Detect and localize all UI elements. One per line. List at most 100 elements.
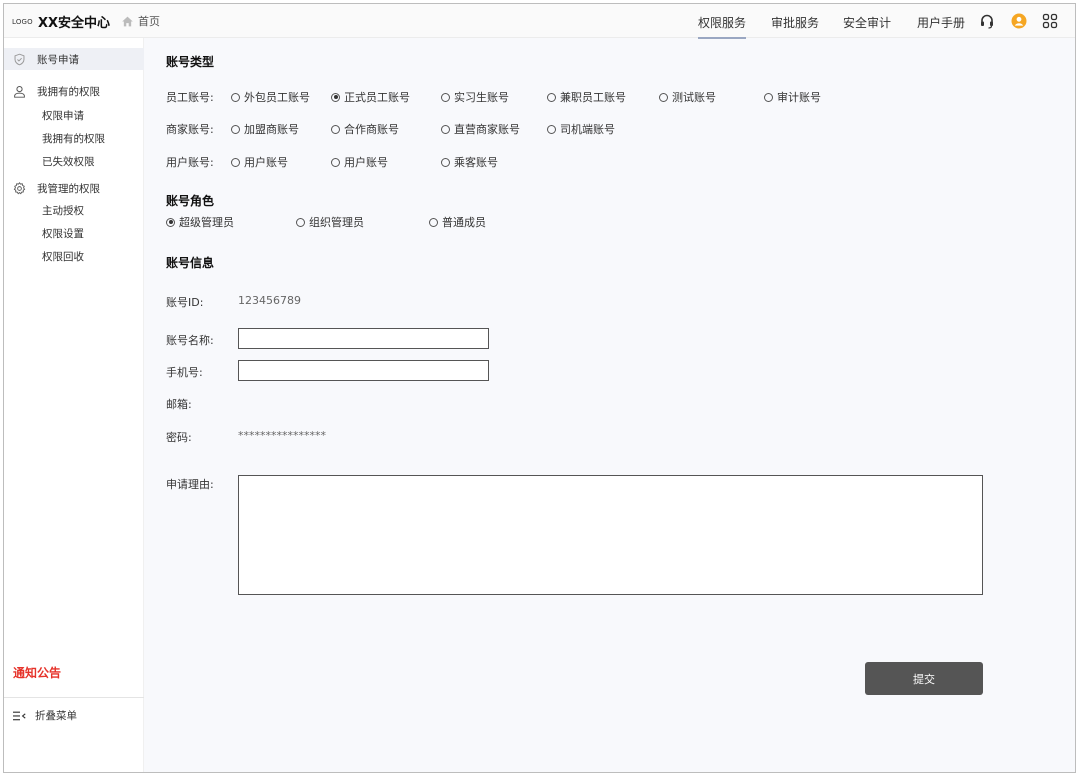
account-id-value: 123456789 <box>238 294 301 307</box>
app-title: XX安全中心 <box>38 16 111 31</box>
merchant-account-label: 商家账号: <box>166 123 214 136</box>
sidebar-item-permission-settings[interactable]: 权限设置 <box>42 226 84 241</box>
user-icon <box>14 85 25 98</box>
radio-dot <box>231 92 240 102</box>
nav-user-manual[interactable]: 用户手册 <box>917 14 965 31</box>
account-type-title: 账号类型 <box>166 55 215 69</box>
radio-super-admin[interactable]: 超级管理员 <box>166 214 234 230</box>
notice-link[interactable]: 通知公告 <box>13 664 61 681</box>
sidebar: 账号申请 我拥有的权限 权限申请 我拥有的权限 已失效权限 我管理的权限 主动授… <box>4 38 144 772</box>
radio-dot <box>166 217 175 227</box>
nav-security-audit[interactable]: 安全审计 <box>843 14 891 31</box>
divider <box>4 697 144 698</box>
radio-label: 正式员工账号 <box>344 91 410 104</box>
radio-label: 加盟商账号 <box>244 123 299 136</box>
radio-dot <box>441 92 450 102</box>
radio-driver[interactable]: 司机端账号 <box>547 121 615 137</box>
sidebar-item-permission-revoke[interactable]: 权限回收 <box>42 249 84 264</box>
account-id-label: 账号ID: <box>166 296 204 309</box>
radio-label: 外包员工账号 <box>244 91 310 104</box>
sidebar-item-active-grant[interactable]: 主动授权 <box>42 203 84 218</box>
home-icon <box>122 16 133 26</box>
radio-formal-employee[interactable]: 正式员工账号 <box>331 89 410 105</box>
email-label: 邮箱: <box>166 398 192 411</box>
radio-dot <box>547 124 556 134</box>
radio-dot <box>231 157 240 167</box>
radio-dot <box>429 217 438 227</box>
sidebar-item-account-apply[interactable]: 账号申请 <box>4 48 144 70</box>
radio-test-account[interactable]: 测试账号 <box>659 89 716 105</box>
sidebar-group-managed[interactable]: 我管理的权限 <box>4 177 144 199</box>
account-name-label: 账号名称: <box>166 334 214 347</box>
gear-icon <box>13 181 26 194</box>
radio-user-account[interactable]: 用户账号 <box>231 154 288 170</box>
radio-label: 审计账号 <box>777 91 821 104</box>
radio-intern[interactable]: 实习生账号 <box>441 89 509 105</box>
user-avatar-icon[interactable] <box>1011 13 1027 29</box>
radio-direct-merchant[interactable]: 直营商家账号 <box>441 121 520 137</box>
radio-passenger[interactable]: 乘客账号 <box>441 154 498 170</box>
radio-dot <box>331 124 340 134</box>
sidebar-item-expired-permissions[interactable]: 已失效权限 <box>42 154 95 169</box>
radio-label: 直营商家账号 <box>454 123 520 136</box>
account-role-title: 账号角色 <box>166 194 215 208</box>
collapse-menu-icon <box>13 711 26 720</box>
radio-dot <box>296 217 305 227</box>
headset-icon[interactable] <box>979 13 995 29</box>
radio-label: 合作商账号 <box>344 123 399 136</box>
phone-input[interactable] <box>238 360 489 381</box>
radio-label: 测试账号 <box>672 91 716 104</box>
app-window: LOGO XX安全中心 首页 权限服务 审批服务 安全审计 用户手册 账号申请 … <box>3 3 1076 773</box>
collapse-menu-button[interactable]: 折叠菜单 <box>13 708 77 723</box>
radio-label: 乘客账号 <box>454 156 498 169</box>
radio-dot <box>231 124 240 134</box>
radio-dot <box>764 92 773 102</box>
top-bar: LOGO XX安全中心 首页 权限服务 审批服务 安全审计 用户手册 <box>4 4 1075 39</box>
radio-dot <box>441 157 450 167</box>
radio-label: 组织管理员 <box>309 216 364 229</box>
nav-permission-service[interactable]: 权限服务 <box>698 14 747 39</box>
account-info-title: 账号信息 <box>166 256 215 270</box>
radio-franchisee[interactable]: 加盟商账号 <box>231 121 299 137</box>
collapse-menu-label: 折叠菜单 <box>35 710 77 722</box>
radio-label: 兼职员工账号 <box>560 91 626 104</box>
sidebar-item-my-permissions[interactable]: 我拥有的权限 <box>42 131 105 146</box>
sidebar-group-label: 我拥有的权限 <box>37 85 100 98</box>
employee-account-label: 员工账号: <box>166 91 214 104</box>
radio-dot <box>331 157 340 167</box>
apply-reason-label: 申请理由: <box>166 478 214 491</box>
radio-audit-account[interactable]: 审计账号 <box>764 89 821 105</box>
password-value: **************** <box>238 429 326 442</box>
radio-partner[interactable]: 合作商账号 <box>331 121 399 137</box>
radio-label: 用户账号 <box>244 156 288 169</box>
sidebar-item-permission-apply[interactable]: 权限申请 <box>42 108 84 123</box>
password-label: 密码: <box>166 431 192 444</box>
sidebar-group-label: 我管理的权限 <box>37 182 100 195</box>
radio-dot <box>547 92 556 102</box>
radio-org-admin[interactable]: 组织管理员 <box>296 214 364 230</box>
home-link[interactable]: 首页 <box>121 13 160 29</box>
phone-label: 手机号: <box>166 366 203 379</box>
radio-part-time-employee[interactable]: 兼职员工账号 <box>547 89 626 105</box>
radio-dot <box>659 92 668 102</box>
radio-dot <box>331 92 340 102</box>
radio-outsourced-employee[interactable]: 外包员工账号 <box>231 89 310 105</box>
radio-label: 超级管理员 <box>179 216 234 229</box>
sidebar-group-my-perms[interactable]: 我拥有的权限 <box>4 80 144 102</box>
nav-approval-service[interactable]: 审批服务 <box>771 14 819 31</box>
radio-label: 实习生账号 <box>454 91 509 104</box>
apps-grid-icon[interactable] <box>1042 13 1058 29</box>
radio-label: 普通成员 <box>442 216 486 229</box>
sidebar-item-label: 账号申请 <box>37 53 79 66</box>
radio-label: 司机端账号 <box>560 123 615 136</box>
user-account-label: 用户账号: <box>166 156 214 169</box>
radio-label: 用户账号 <box>344 156 388 169</box>
shield-check-icon <box>14 53 25 65</box>
submit-button[interactable]: 提交 <box>865 662 983 695</box>
radio-user-account-2[interactable]: 用户账号 <box>331 154 388 170</box>
radio-regular-member[interactable]: 普通成员 <box>429 214 486 230</box>
account-name-input[interactable] <box>238 328 489 349</box>
logo: LOGO <box>12 18 33 26</box>
apply-reason-textarea[interactable] <box>238 475 983 595</box>
radio-dot <box>441 124 450 134</box>
